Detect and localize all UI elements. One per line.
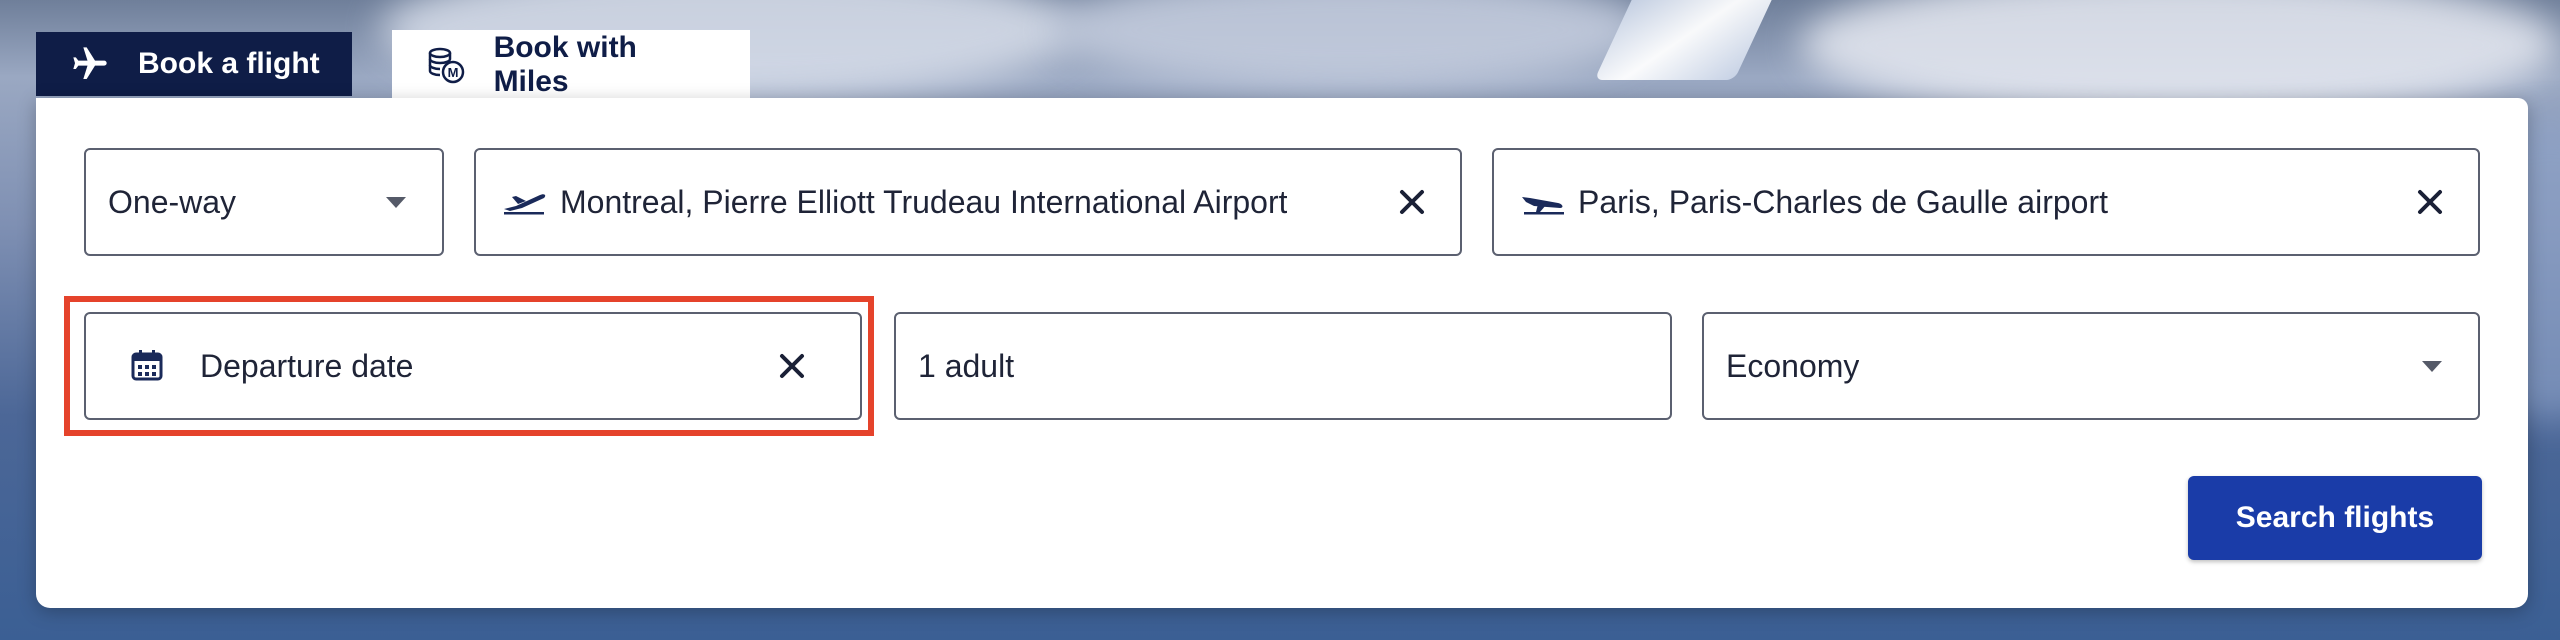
destination-field[interactable]: Paris, Paris-Charles de Gaulle airport xyxy=(1492,148,2480,256)
clear-date-button[interactable] xyxy=(774,348,810,384)
search-flights-label: Search flights xyxy=(2235,501,2435,534)
caret-down-icon xyxy=(386,197,406,208)
departure-date-field[interactable]: Departure date xyxy=(84,312,862,420)
close-icon xyxy=(2418,190,2442,214)
destination-value: Paris, Paris-Charles de Gaulle airport xyxy=(1578,183,2108,220)
trip-type-value: One-way xyxy=(108,183,237,220)
clear-origin-button[interactable] xyxy=(1394,184,1430,220)
clear-destination-button[interactable] xyxy=(2412,184,2448,220)
caret-down-icon xyxy=(2422,361,2442,372)
cabin-class-value: Economy xyxy=(1726,347,1860,384)
departure-date-label: Departure date xyxy=(200,347,414,384)
calendar-icon xyxy=(130,348,166,384)
search-form-card: One-way Montreal, Pierre Elliott Trudeau… xyxy=(36,98,2528,608)
svg-text:M: M xyxy=(447,65,458,80)
search-flights-button[interactable]: Search flights xyxy=(2188,476,2482,560)
landing-icon xyxy=(1520,187,1568,217)
tab-book-flight-label: Book a flight xyxy=(138,47,320,80)
trip-type-select[interactable]: One-way xyxy=(84,148,444,256)
close-icon xyxy=(780,354,804,378)
takeoff-icon xyxy=(502,187,550,217)
origin-field[interactable]: Montreal, Pierre Elliott Trudeau Interna… xyxy=(474,148,1462,256)
cloud xyxy=(1050,0,1650,90)
tab-book-with-miles[interactable]: M Book with Miles xyxy=(392,30,750,100)
origin-value: Montreal, Pierre Elliott Trudeau Interna… xyxy=(560,183,1288,220)
tab-book-with-miles-label: Book with Miles xyxy=(493,31,637,98)
cabin-class-select[interactable]: Economy xyxy=(1702,312,2480,420)
plane-icon xyxy=(68,44,112,84)
tab-book-flight[interactable]: Book a flight xyxy=(36,32,352,96)
passengers-field[interactable]: 1 adult xyxy=(894,312,1672,420)
passengers-value: 1 adult xyxy=(918,347,1015,384)
close-icon xyxy=(1400,190,1424,214)
miles-coins-icon: M xyxy=(424,45,468,85)
